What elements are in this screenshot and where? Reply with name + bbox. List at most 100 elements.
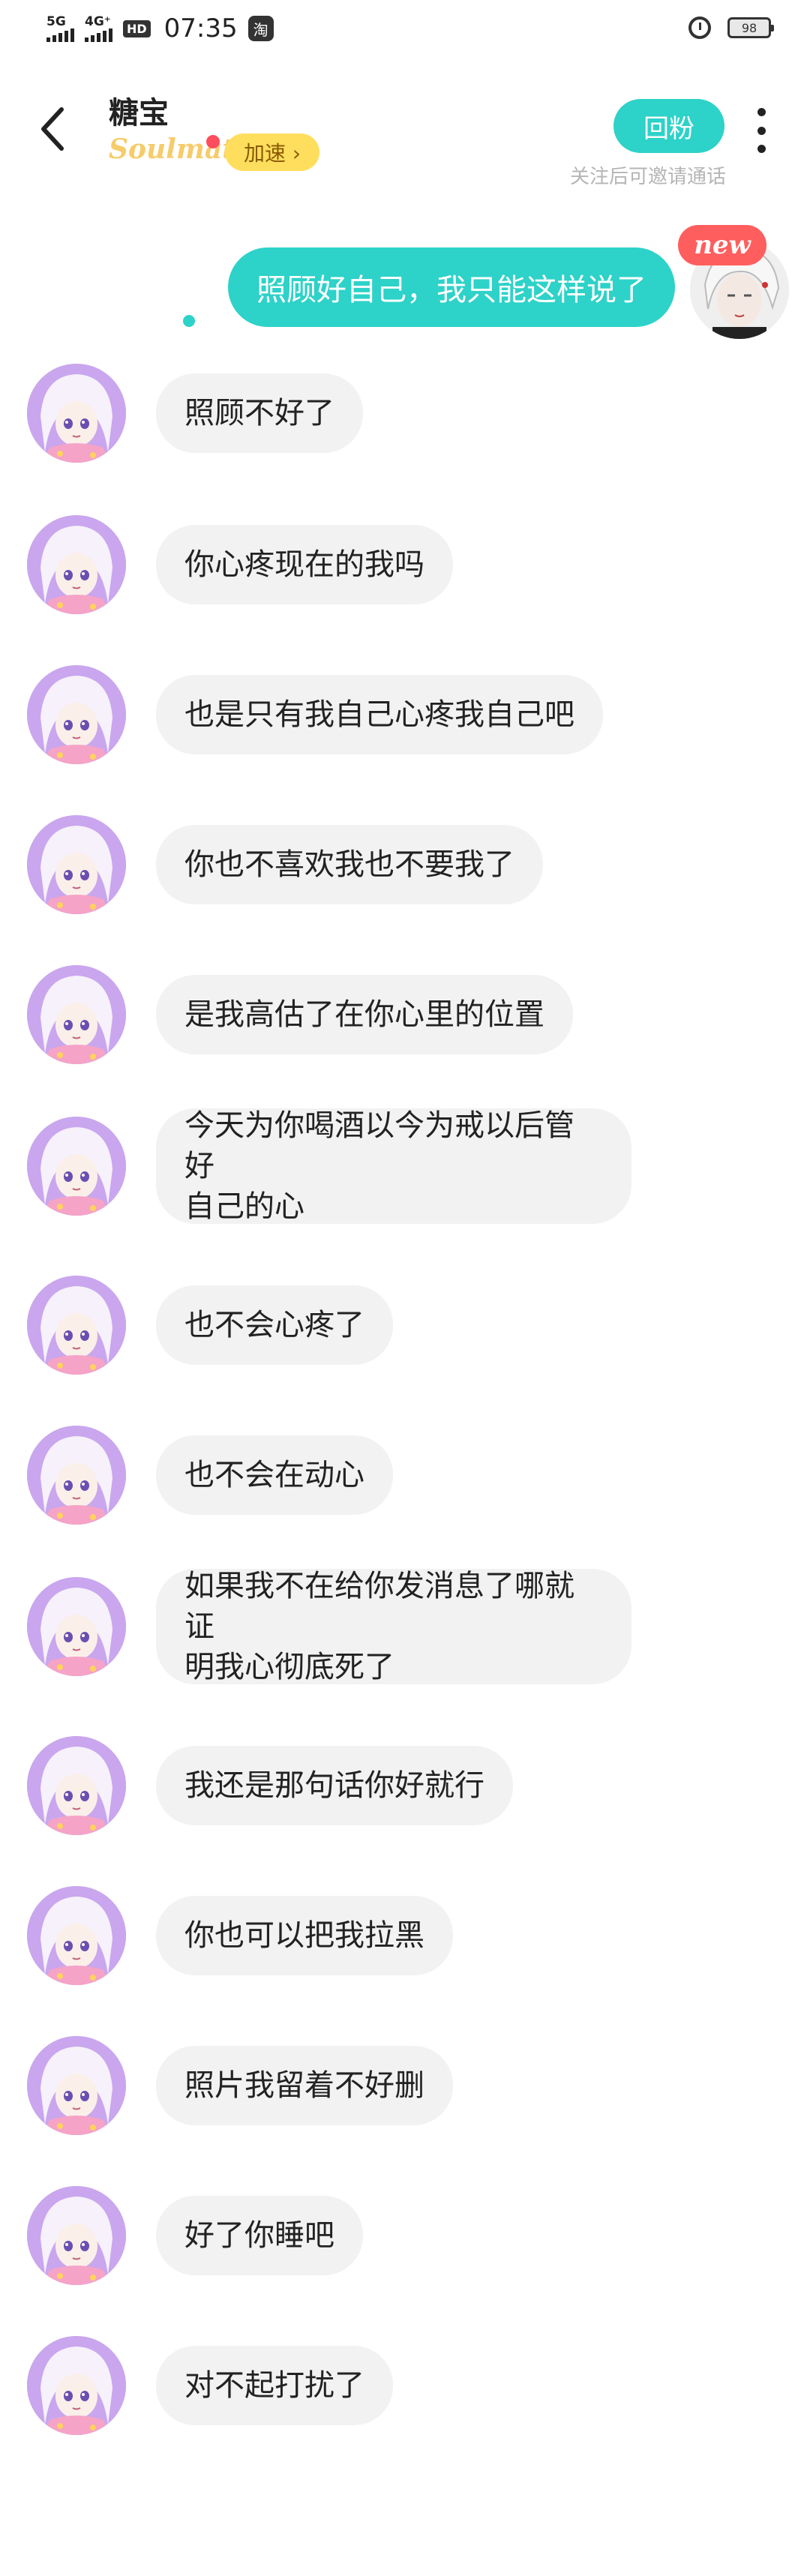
battery-icon: 98 bbox=[728, 17, 774, 38]
taobao-icon: 淘 bbox=[248, 16, 274, 41]
message-row: 你也不喜欢我也不要我了 bbox=[0, 815, 810, 927]
avatar-image bbox=[27, 965, 126, 1064]
message-bubble[interactable]: 对不起打扰了 bbox=[156, 2346, 393, 2425]
contact-avatar[interactable] bbox=[27, 1117, 126, 1216]
avatar-image bbox=[27, 815, 126, 914]
message-line: 今天为你喝酒以今为戒以后管好 bbox=[184, 1108, 574, 1183]
message-bubble[interactable]: 如果我不在给你发消息了哪就证明我心彻底死了 bbox=[156, 1569, 632, 1684]
message-bubble[interactable]: 是我高估了在你心里的位置 bbox=[156, 975, 573, 1054]
contact-avatar[interactable] bbox=[27, 515, 126, 614]
avatar-image bbox=[27, 1117, 126, 1216]
contact-avatar[interactable] bbox=[27, 2036, 126, 2135]
new-badge: new bbox=[678, 225, 766, 265]
signal-5g: 5G bbox=[46, 13, 74, 42]
message-row: 我还是那句话你好就行 bbox=[0, 1736, 810, 1848]
status-left: 5G 4G⁺ HD 07:35 淘 bbox=[46, 13, 274, 43]
message-text: 也不会在动心 bbox=[184, 1458, 364, 1492]
message-row: 对不起打扰了 bbox=[0, 2336, 810, 2448]
message-bubble[interactable]: 今天为你喝酒以今为戒以后管好自己的心 bbox=[156, 1108, 632, 1224]
message-line: 如果我不在给你发消息了哪就证 bbox=[184, 1569, 574, 1644]
message-text: 是我高估了在你心里的位置 bbox=[184, 997, 544, 1032]
message-row: 也是只有我自己心疼我自己吧 bbox=[0, 665, 810, 777]
online-dot bbox=[206, 135, 220, 148]
message-row: 如果我不在给你发消息了哪就证明我心彻底死了 bbox=[0, 1569, 810, 1707]
message-bubble[interactable]: 好了你睡吧 bbox=[156, 2196, 363, 2275]
message-row: 也不会心疼了 bbox=[0, 1276, 810, 1387]
status-time: 07:35 bbox=[164, 13, 238, 43]
avatar-image bbox=[27, 364, 126, 463]
message-text: 你心疼现在的我吗 bbox=[184, 547, 424, 582]
message-row: 照顾不好了 bbox=[0, 364, 810, 475]
net-label-5g: 5G bbox=[46, 13, 66, 29]
read-dot bbox=[183, 315, 195, 327]
contact-avatar[interactable] bbox=[27, 1426, 126, 1525]
status-right: 98 bbox=[688, 16, 774, 39]
avatar-image bbox=[27, 1736, 126, 1835]
avatar-image bbox=[27, 2186, 126, 2285]
message-text: 如果我不在给你发消息了哪就证明我心彻底死了 bbox=[184, 1566, 603, 1687]
message-bubble[interactable]: 照顾不好了 bbox=[156, 373, 363, 453]
signal-icon bbox=[46, 28, 74, 42]
follow-hint: 关注后可邀请通话 bbox=[570, 166, 727, 188]
message-row: 好了你睡吧 bbox=[0, 2186, 810, 2298]
message-text: 也是只有我自己心疼我自己吧 bbox=[184, 697, 574, 732]
message-text: 你也可以把我拉黑 bbox=[184, 1918, 424, 1953]
message-text: 你也不喜欢我也不要我了 bbox=[184, 847, 514, 882]
contact-avatar[interactable] bbox=[27, 1577, 126, 1676]
message-bubble[interactable]: 照片我留着不好删 bbox=[156, 2046, 453, 2125]
hd-icon: HD bbox=[123, 19, 151, 37]
contact-avatar[interactable] bbox=[27, 815, 126, 914]
avatar-image bbox=[27, 2336, 126, 2435]
contact-avatar[interactable] bbox=[27, 965, 126, 1064]
message-row: 也不会在动心 bbox=[0, 1426, 810, 1537]
avatar-image bbox=[27, 1577, 126, 1676]
avatar-image bbox=[27, 515, 126, 614]
speed-up-button[interactable]: 加速 › bbox=[225, 133, 320, 171]
follow-back-button[interactable]: 回粉 bbox=[614, 99, 724, 153]
message-bubble[interactable]: 也是只有我自己心疼我自己吧 bbox=[156, 675, 603, 754]
avatar-image bbox=[27, 1426, 126, 1525]
contact-avatar[interactable] bbox=[27, 364, 126, 463]
message-bubble[interactable]: 你也不喜欢我也不要我了 bbox=[156, 825, 543, 904]
message-text: 照顾不好了 bbox=[184, 396, 334, 430]
contact-avatar[interactable] bbox=[27, 2336, 126, 2435]
my-message-row: 照顾好自己，我只能这样说了 new bbox=[0, 225, 810, 360]
contact-avatar[interactable] bbox=[27, 1886, 126, 1985]
avatar-image bbox=[27, 1276, 126, 1375]
message-bubble[interactable]: 你也可以把我拉黑 bbox=[156, 1896, 453, 1975]
avatar-image bbox=[27, 665, 126, 764]
message-line: 自己的心 bbox=[184, 1189, 304, 1224]
message-bubble[interactable]: 也不会在动心 bbox=[156, 1435, 393, 1515]
status-bar: 5G 4G⁺ HD 07:35 淘 98 bbox=[0, 0, 810, 60]
contact-avatar[interactable] bbox=[27, 665, 126, 764]
message-row: 是我高估了在你心里的位置 bbox=[0, 965, 810, 1077]
net-label-4g: 4G⁺ bbox=[85, 13, 111, 29]
back-icon bbox=[41, 107, 64, 151]
contact-avatar[interactable] bbox=[27, 1736, 126, 1835]
signal-4g: 4G⁺ bbox=[85, 13, 112, 42]
back-button[interactable] bbox=[38, 105, 82, 157]
signal-icon bbox=[85, 28, 112, 42]
message-line: 明我心彻底死了 bbox=[184, 1650, 394, 1684]
message-row: 照片我留着不好删 bbox=[0, 2036, 810, 2148]
message-text: 也不会心疼了 bbox=[184, 1308, 364, 1342]
my-message-bubble[interactable]: 照顾好自己，我只能这样说了 bbox=[228, 247, 675, 327]
message-text: 好了你睡吧 bbox=[184, 2218, 334, 2253]
message-bubble[interactable]: 你心疼现在的我吗 bbox=[156, 525, 453, 604]
contact-name: 糖宝 bbox=[109, 96, 169, 130]
message-text: 照片我留着不好删 bbox=[184, 2068, 424, 2103]
message-text: 今天为你喝酒以今为戒以后管好自己的心 bbox=[184, 1105, 603, 1227]
message-bubble[interactable]: 也不会心疼了 bbox=[156, 1285, 393, 1365]
contact-avatar[interactable] bbox=[27, 1276, 126, 1375]
message-row: 你心疼现在的我吗 bbox=[0, 515, 810, 627]
message-text: 对不起打扰了 bbox=[184, 2368, 364, 2403]
message-text: 我还是那句话你好就行 bbox=[184, 1768, 484, 1803]
contact-avatar[interactable] bbox=[27, 2186, 126, 2285]
message-row: 你也可以把我拉黑 bbox=[0, 1886, 810, 1998]
chat-header: 糖宝 Soulmate 加速 › 回粉 关注后可邀请通话 bbox=[0, 75, 810, 195]
more-icon[interactable] bbox=[750, 108, 772, 153]
message-row: 今天为你喝酒以今为戒以后管好自己的心 bbox=[0, 1108, 810, 1246]
avatar-image bbox=[27, 1886, 126, 1985]
message-bubble[interactable]: 我还是那句话你好就行 bbox=[156, 1746, 513, 1825]
avatar-image bbox=[27, 2036, 126, 2135]
